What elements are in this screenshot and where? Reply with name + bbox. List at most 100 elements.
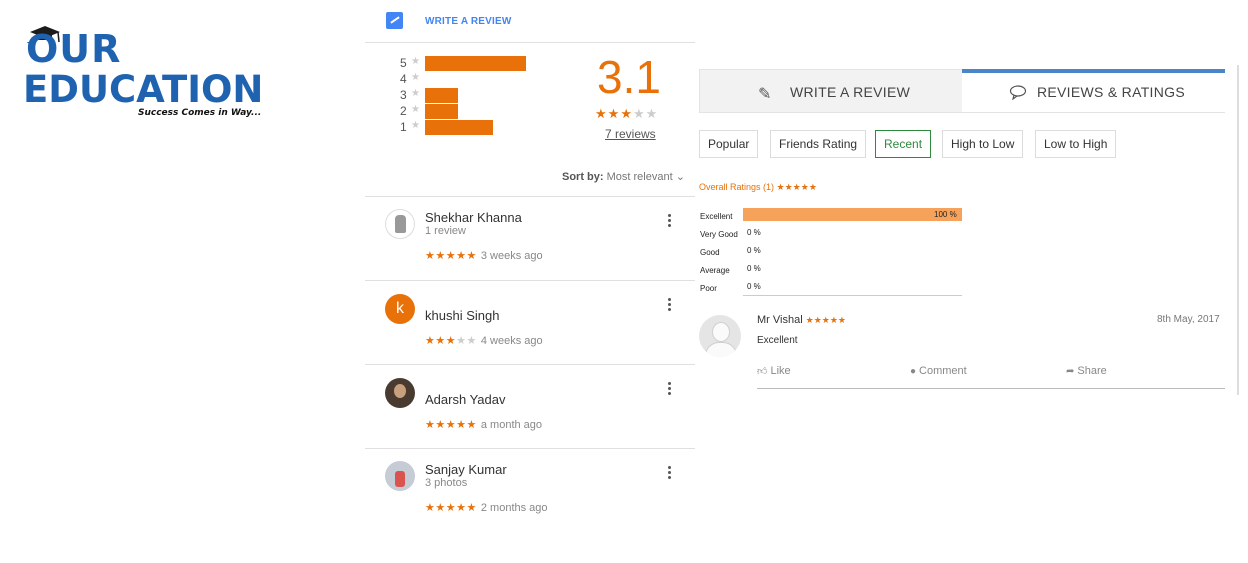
review-rating: ★★★★★ 4 weeks ago	[425, 334, 543, 347]
rating-histogram: 5 ★ 4 ★ 3 ★ 2 ★ 1 ★	[395, 55, 535, 137]
reviewer-name[interactable]: Shekhar Khanna	[425, 210, 522, 225]
histogram-bar	[425, 88, 458, 103]
star-icon: ★	[411, 88, 420, 99]
histogram-star-count: 1	[400, 120, 407, 134]
sort-dropdown[interactable]: Sort by: Most relevant ⌄	[562, 170, 685, 183]
review-time: 4 weeks ago	[480, 335, 543, 347]
filter-low-to-high[interactable]: Low to High	[1035, 130, 1117, 158]
star-filled-icon: ★	[425, 335, 436, 347]
star-filled-icon: ★	[445, 250, 457, 262]
histogram-star-count: 4	[400, 72, 407, 86]
user-avatar	[699, 315, 741, 357]
histogram-bar	[425, 104, 458, 119]
like-button[interactable]: 👍︎ Like	[757, 365, 791, 377]
star-filled-icon: ★	[435, 335, 446, 347]
star-filled-icon: ★	[456, 419, 467, 431]
more-options-icon[interactable]	[667, 214, 673, 230]
star-empty-icon: ★	[456, 335, 467, 347]
distribution-percent: 0 %	[747, 246, 761, 255]
histogram-row: 4 ★	[395, 71, 535, 87]
review-rating: ★★★★★ 2 months ago	[425, 501, 548, 514]
google-reviews-panel: WRITE A REVIEW 5 ★ 4 ★ 3 ★ 2 ★ 1 ★ 3.1 ★★★★★ 7 re…	[365, 0, 695, 563]
star-icon: ★	[411, 72, 420, 83]
histogram-star-count: 3	[400, 88, 407, 102]
chevron-down-icon: ⌄	[675, 171, 685, 183]
review-date: 8th May, 2017	[1157, 314, 1220, 325]
histogram-row: 2 ★	[395, 103, 535, 119]
distribution-percent: 0 %	[747, 264, 761, 273]
share-button[interactable]: ➦ Share	[1066, 365, 1107, 377]
overall-ratings-label: Overall Ratings (1)	[699, 182, 775, 192]
more-options-icon[interactable]	[667, 466, 673, 482]
star-filled-icon: ★	[620, 106, 633, 121]
pencil-icon: ✎	[758, 86, 772, 103]
sort-value: Most relevant	[606, 171, 673, 183]
rating-distribution: Excellent 100 % Very Good 0 % Good 0 % Average…	[699, 207, 962, 299]
filter-popular[interactable]: Popular	[699, 130, 759, 158]
avatar: k	[385, 294, 415, 324]
star-icon: ★	[411, 120, 420, 131]
reviewer-subtitle: 1 review	[425, 225, 466, 237]
avatar	[385, 209, 415, 239]
review-time: 3 weeks ago	[480, 250, 543, 262]
reviewer-name: Mr Vishal	[757, 314, 803, 326]
distribution-percent: 0 %	[747, 228, 761, 237]
histogram-star-count: 2	[400, 104, 407, 118]
star-empty-icon: ★	[466, 335, 477, 347]
histogram-row: 5 ★	[395, 55, 535, 71]
star-empty-icon: ★	[632, 106, 646, 121]
tab-reviews-ratings[interactable]: REVIEWS & RATINGS	[962, 69, 1225, 113]
more-options-icon[interactable]	[667, 382, 673, 398]
distribution-row: Average 0 %	[699, 261, 962, 279]
distribution-label: Very Good	[700, 230, 738, 239]
comment-label: Comment	[919, 365, 967, 377]
logo-tagline: Success Comes in Way...	[138, 108, 262, 118]
review-item: k khushi Singh ★★★★★ 4 weeks ago	[365, 281, 695, 361]
star-filled-icon: ★	[456, 502, 467, 514]
histogram-row: 3 ★	[395, 87, 535, 103]
star-icon: ★	[411, 104, 420, 115]
panel-border	[1237, 65, 1239, 395]
review-count-link[interactable]: 7 reviews	[605, 127, 656, 141]
tab-write-review[interactable]: ✎ WRITE A REVIEW	[699, 69, 962, 113]
star-filled-icon: ★	[466, 502, 477, 514]
share-label: Share	[1077, 365, 1107, 377]
star-filled-icon: ★	[466, 250, 477, 262]
reviewer-subtitle: 3 photos	[425, 477, 468, 489]
comment-icon: ●	[910, 366, 917, 377]
write-review-label: WRITE A REVIEW	[425, 16, 512, 27]
comment-button[interactable]: ● Comment	[910, 365, 967, 377]
review-rating: ★★★★★ a month ago	[425, 418, 542, 431]
star-filled-icon: ★	[607, 106, 621, 121]
distribution-row: Very Good 0 %	[699, 225, 962, 243]
review-item: Shekhar Khanna 1 review ★★★★★ 3 weeks ago	[365, 197, 695, 277]
write-review-link[interactable]: WRITE A REVIEW	[365, 0, 695, 43]
filter-friends-rating[interactable]: Friends Rating	[770, 130, 867, 158]
more-options-icon[interactable]	[667, 298, 673, 314]
histogram-bar	[425, 56, 526, 71]
sort-label: Sort by:	[562, 171, 604, 183]
share-icon: ➦	[1066, 366, 1075, 377]
reviewer-name[interactable]: khushi Singh	[425, 308, 499, 323]
review-tabs: ✎ WRITE A REVIEW REVIEWS & RATINGS	[699, 69, 1225, 113]
reviewer-name[interactable]: Adarsh Yadav	[425, 392, 505, 407]
star-filled-icon: ★	[435, 419, 446, 431]
distribution-label: Average	[700, 266, 730, 275]
overall-ratings: Overall Ratings (1) ★★★★★	[699, 182, 817, 193]
reviews-ratings-panel: ✎ WRITE A REVIEW REVIEWS & RATINGS Popul…	[699, 65, 1239, 399]
distribution-row: Poor 0 %	[699, 279, 962, 297]
filter-high-to-low[interactable]: High to Low	[942, 130, 1024, 158]
star-filled-icon: ★	[445, 502, 457, 514]
filter-recent[interactable]: Recent	[875, 130, 932, 158]
distribution-row: Good 0 %	[699, 243, 962, 261]
star-filled-icon: ★	[435, 250, 446, 262]
tab-label: WRITE A REVIEW	[790, 84, 911, 100]
review-time: a month ago	[480, 419, 543, 431]
divider	[757, 388, 1225, 389]
histogram-bar	[425, 120, 493, 135]
star-filled-icon: ★	[425, 419, 436, 431]
distribution-label: Excellent	[700, 212, 733, 221]
overall-ratings-stars: ★★★★★	[776, 182, 817, 192]
reviewer-name[interactable]: Sanjay Kumar	[425, 462, 507, 477]
like-label: Like	[770, 365, 791, 377]
